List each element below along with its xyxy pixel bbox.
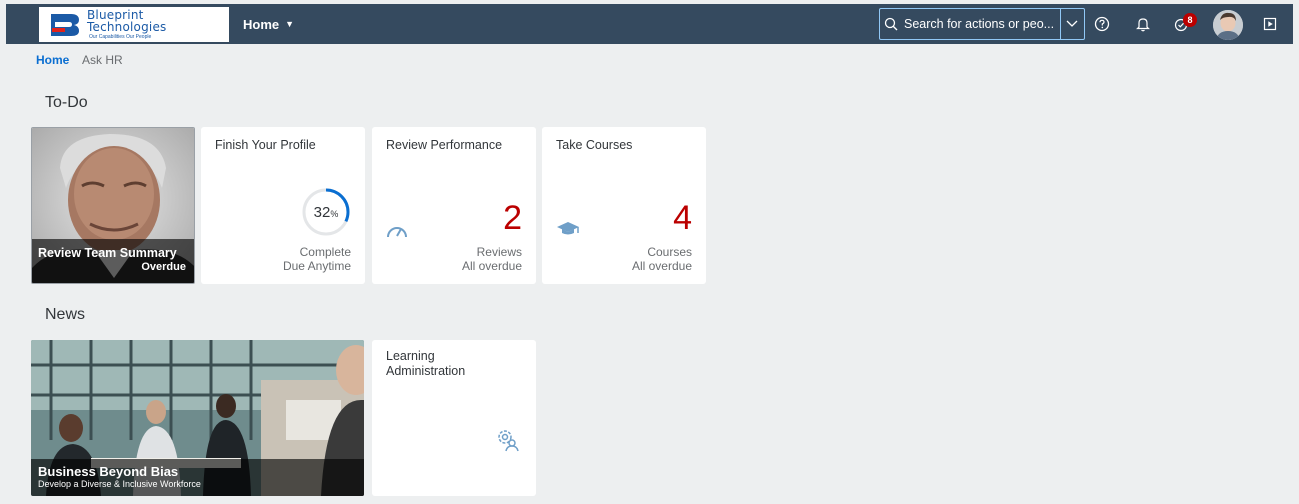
tile-finish-profile[interactable]: Finish Your Profile 32% Complete Due Any… <box>201 127 365 284</box>
shell-bar: Blueprint Technologies Our Capabilities … <box>6 4 1293 44</box>
search-box[interactable] <box>879 8 1085 40</box>
notification-badge: 8 <box>1183 13 1197 27</box>
caret-down-icon: ▼ <box>285 19 295 29</box>
anchor-home[interactable]: Home <box>36 53 69 67</box>
tile-business-beyond-bias[interactable]: Business Beyond Bias Develop a Diverse &… <box>31 340 364 496</box>
help-icon[interactable] <box>1090 12 1114 36</box>
logo-line-2: Technologies <box>87 20 167 34</box>
graduation-cap-icon <box>556 220 580 243</box>
tile-title: Finish Your Profile <box>215 138 316 152</box>
present-icon[interactable] <box>1258 12 1282 36</box>
progress-value: 32% <box>301 204 351 221</box>
courses-count: 4 <box>673 199 692 237</box>
tile-status: Overdue <box>141 261 186 273</box>
gauge-icon <box>386 223 408 244</box>
tile-take-courses[interactable]: Take Courses 4 Courses All overdue <box>542 127 706 284</box>
news-subtitle: Develop a Diverse & Inclusive Workforce <box>38 479 201 489</box>
bell-icon[interactable] <box>1131 12 1155 36</box>
company-logo[interactable]: Blueprint Technologies Our Capabilities … <box>39 7 229 42</box>
logo-mark <box>49 12 81 38</box>
tile-title-line-1: Learning <box>386 349 435 363</box>
search-icon[interactable] <box>880 9 902 39</box>
logo-tagline: Our Capabilities Our People <box>89 34 152 40</box>
chevron-down-icon[interactable] <box>1060 9 1082 39</box>
section-title-news: News <box>45 306 86 323</box>
tile-footer-line-1: Complete <box>299 245 351 259</box>
news-title: Business Beyond Bias <box>38 464 179 479</box>
tile-review-performance[interactable]: Review Performance 2 Reviews All overdue <box>372 127 536 284</box>
tile-footer-line-2: All overdue <box>631 259 692 273</box>
tile-title: Review Performance <box>386 138 503 152</box>
tile-title: Review Team Summary <box>38 246 177 260</box>
tile-footer-line-2: Due Anytime <box>282 259 351 273</box>
tile-footer-line-1: Reviews <box>476 245 522 259</box>
tile-footer-line-2: All overdue <box>461 259 522 273</box>
progress-percent: 32 <box>313 204 331 221</box>
home-menu-button[interactable]: Home ▼ <box>243 4 294 44</box>
settings-person-icon <box>494 426 520 457</box>
avatar[interactable] <box>1213 10 1243 40</box>
search-input[interactable] <box>902 9 1060 39</box>
home-menu-label: Home <box>243 16 280 32</box>
tile-footer-line-1: Courses <box>647 245 692 259</box>
tile-title-line-2: Administration <box>386 364 466 378</box>
progress-percent-sign: % <box>330 209 339 219</box>
tile-learning-administration[interactable]: Learning Administration <box>372 340 536 496</box>
tile-title: Take Courses <box>556 138 633 152</box>
reviews-count: 2 <box>503 199 522 237</box>
anchor-ask-hr[interactable]: Ask HR <box>82 53 123 67</box>
section-title-todo: To-Do <box>45 94 88 111</box>
tile-review-team-summary[interactable]: Review Team Summary Overdue <box>31 127 195 284</box>
